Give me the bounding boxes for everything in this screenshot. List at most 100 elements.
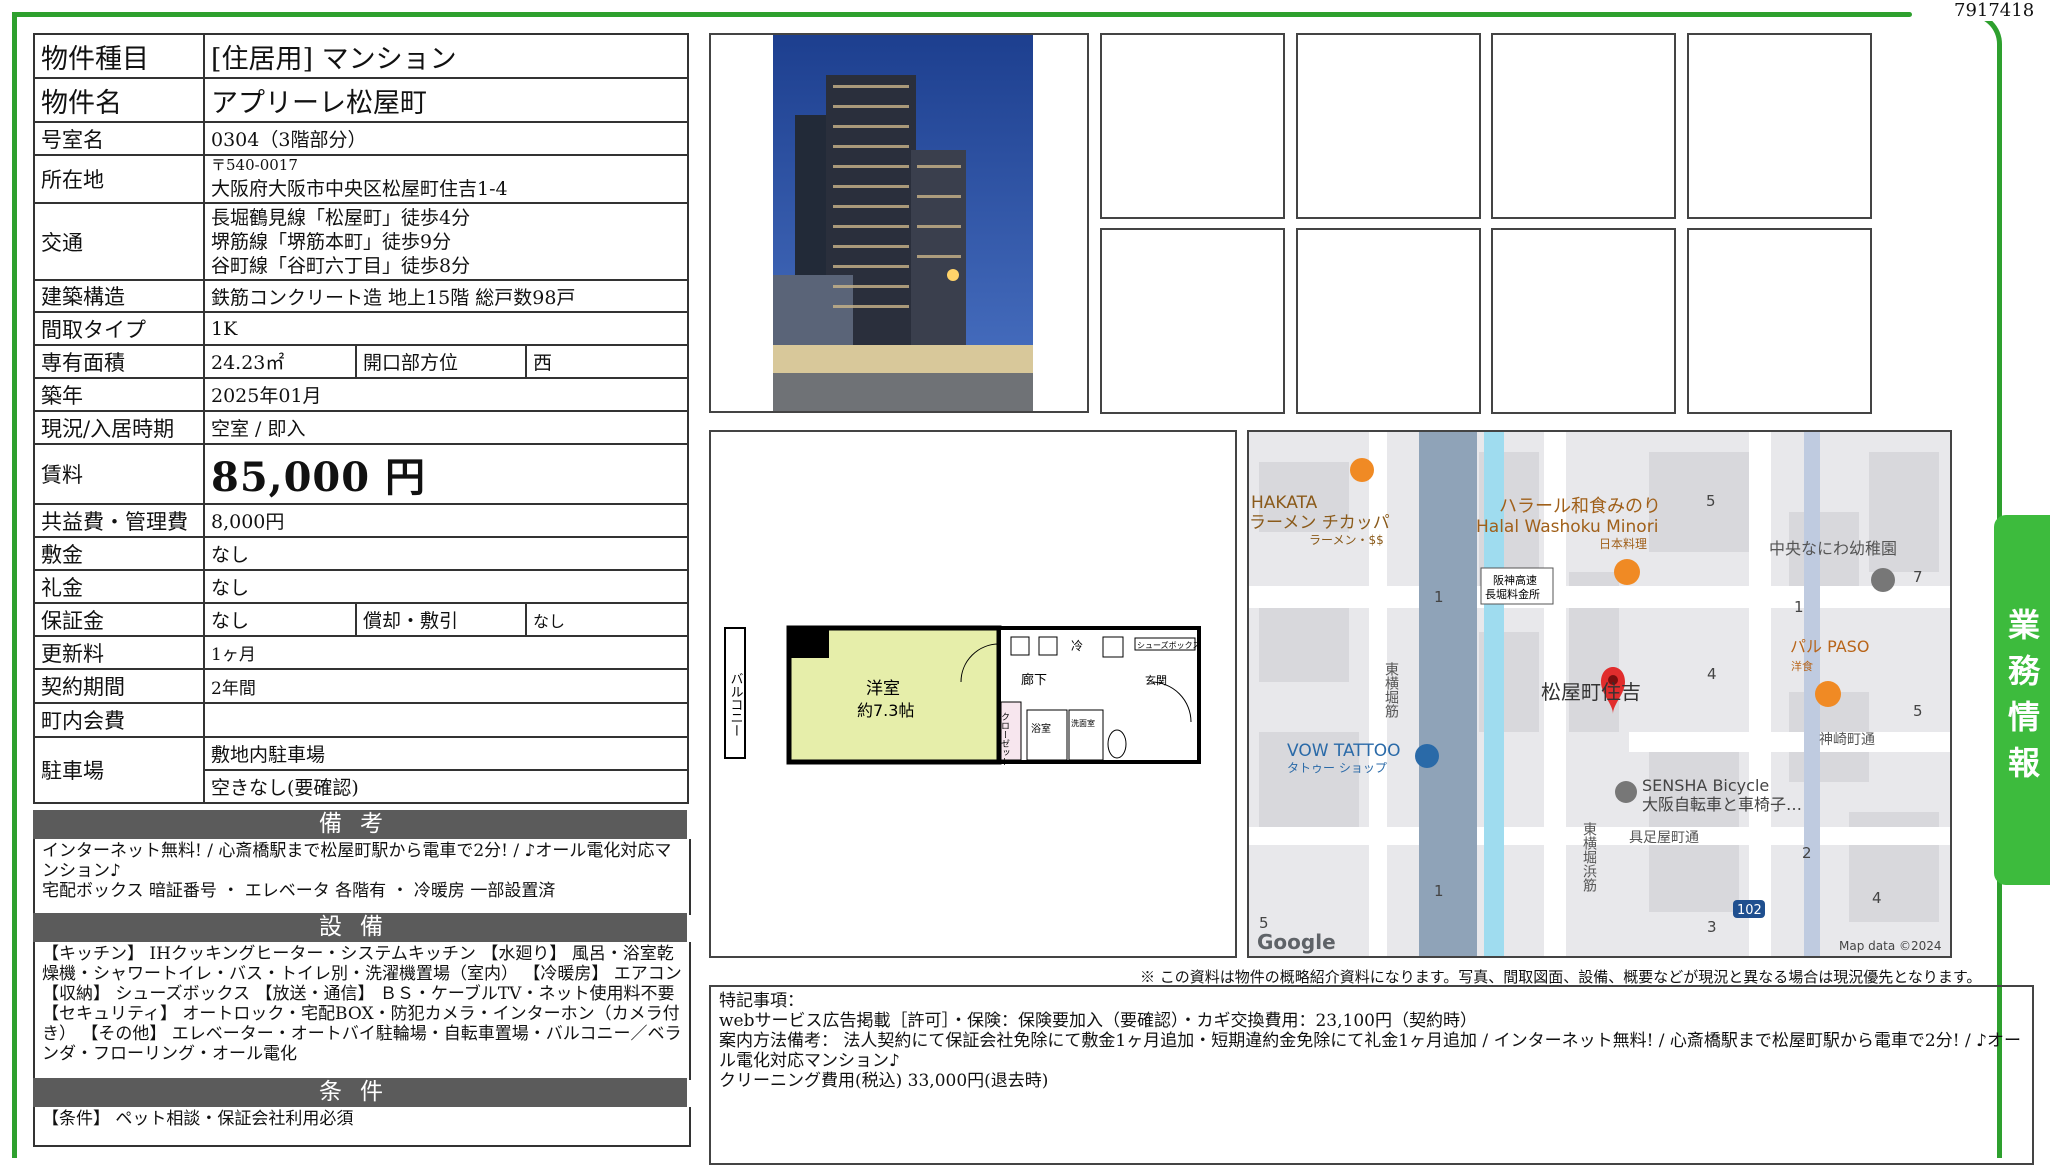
equipment-body: 【キッチン】 IHクッキングヒーター・システムキッチン 【水廻り】 風呂・浴室乾…: [33, 942, 691, 1080]
map-block-number: 1: [1434, 588, 1444, 606]
special-notes-line: クリーニング費用(税込) 33,000円(退去時): [719, 1071, 1049, 1091]
property-table: 物件種目 [住居用] マンション 物件名 アプリーレ松屋町 号室名 0304（3…: [33, 33, 690, 804]
photo-slot[interactable]: [1491, 33, 1676, 219]
remarks-line: 宅配ボックス 暗証番号 ・ エレベータ 各階有 ・ 冷暖房 一部設置済: [42, 881, 556, 901]
transit-line: 長堀鶴見線「松屋町」徒歩4分: [211, 206, 471, 229]
document-id: 7917418: [1948, 0, 2041, 21]
map-label-pal: パル PASO: [1790, 637, 1869, 656]
floor-plan[interactable]: バルコニー 洋室 約7.3帖 廊下 玄関 冷 シューズボックス クローゼット 浴…: [709, 430, 1237, 958]
map-block-number: 4: [1707, 665, 1717, 683]
building-photo[interactable]: [709, 33, 1089, 413]
map-label-pin: 松屋町住吉: [1541, 680, 1641, 704]
type-label: 物件種目: [33, 33, 205, 79]
remarks-heading: 備考: [33, 810, 687, 839]
contract-label: 契約期間: [33, 668, 205, 704]
map-label-halal-en: Halal Washoku Minori: [1476, 517, 1658, 537]
structure-label: 建築構造: [33, 279, 205, 313]
special-notes-title: 特記事項：: [719, 991, 804, 1011]
rent-value: 85,000 円: [202, 443, 690, 505]
fee-value: 8,000円: [202, 503, 690, 538]
parking-availability: 空きなし(要確認): [202, 769, 690, 804]
photo-slot[interactable]: [1100, 228, 1285, 414]
frame-left-border: [12, 12, 17, 1158]
status-label: 現況/入居時期: [33, 410, 205, 445]
name-value: アプリーレ松屋町: [202, 77, 690, 123]
amortization-label: 償却・敷引: [355, 602, 527, 637]
photo-slot[interactable]: [1491, 228, 1676, 414]
map-block-number: 3: [1707, 918, 1717, 936]
guarantee-value: なし: [203, 602, 357, 637]
business-info-tab[interactable]: 業務情報: [1994, 515, 2050, 885]
map-label-sensha-sub: 大阪自転車と車椅子…: [1642, 795, 1802, 814]
location-map[interactable]: HAKATA ラーメン チカッパ ラーメン・$$ ハラール和食みのり Halal…: [1247, 430, 1952, 958]
conditions-body: 【条件】 ペット相談・保証会社利用必須: [33, 1107, 691, 1147]
map-label-vow: VOW TATTOO: [1287, 741, 1401, 761]
map-label-sensha: SENSHA Bicycle: [1642, 776, 1769, 795]
map-label-halal-sub: 日本料理: [1599, 537, 1647, 551]
map-label-kindergarten: 中央なにわ幼稚園: [1769, 539, 1897, 558]
special-notes: 特記事項： webサービス広告掲載［許可］・保険：保険要加入（要確認）・カギ交換…: [709, 985, 2034, 1165]
deposit-value: なし: [202, 536, 690, 571]
fee-label: 共益費・管理費: [33, 503, 205, 538]
map-block-number: 4: [1872, 889, 1882, 907]
renewal-label: 更新料: [33, 635, 205, 670]
photo-slot[interactable]: [1687, 33, 1872, 219]
guarantee-label: 保証金: [33, 602, 205, 637]
closet-label: クローゼット: [999, 712, 1010, 766]
amortization-value: なし: [524, 602, 690, 637]
key-money-label: 礼金: [33, 569, 205, 604]
address-value: 大阪府大阪市中央区松屋町住吉1-4: [211, 178, 508, 200]
postal-code: 〒540-0017: [211, 156, 298, 174]
map-label-hanshin: 阪神高速: [1493, 573, 1537, 587]
building-photo-image: [773, 35, 1033, 411]
status-value: 空室 / 即入: [202, 410, 690, 445]
transit-cell: 長堀鶴見線「松屋町」徒歩4分 堺筋線「堺筋本町」徒歩9分 谷町線「谷町六丁目」徒…: [202, 202, 690, 281]
equipment-heading: 設備: [33, 913, 687, 942]
map-label-gusoku: 具足屋町通: [1629, 830, 1699, 846]
parking-value: 敷地内駐車場: [202, 736, 690, 771]
photo-slot[interactable]: [1296, 33, 1481, 219]
area-value: 24.23㎡: [203, 344, 357, 379]
side-tab-label: 業務情報: [2003, 608, 2041, 792]
area-label: 専有面積: [33, 344, 205, 379]
map-label-hakata-jp: ラーメン チカッパ: [1249, 513, 1390, 533]
name-label: 物件名: [33, 77, 205, 123]
map-label-road2: 東横堀浜筋: [1581, 822, 1597, 893]
hall-label: 廊下: [1021, 672, 1047, 688]
direction-label: 開口部方位: [355, 344, 527, 379]
map-label-hakata-sub: ラーメン・$$: [1309, 533, 1384, 547]
parking-label: 駐車場: [33, 736, 205, 804]
room-label: 洋室: [866, 679, 900, 699]
rent-label: 賃料: [33, 443, 205, 505]
map-label-road1: 東横堀筋: [1383, 662, 1399, 719]
photo-slot[interactable]: [1687, 228, 1872, 414]
map-block-number: 1: [1434, 882, 1444, 900]
photo-slot[interactable]: [1296, 228, 1481, 414]
map-block-number: 2: [1802, 844, 1812, 862]
washroom-label: 洗面室: [1071, 718, 1095, 728]
floor-plan-drawing: バルコニー 洋室 約7.3帖 廊下 玄関 冷 シューズボックス クローゼット 浴…: [724, 625, 1201, 766]
remarks-line: インターネット無料! / 心斎橋駅まで松屋町駅から電車で2分! / ♪オール電化…: [42, 841, 672, 881]
special-notes-line: 案内方法備考： 法人契約にて保証会社免除にて敷金1ヶ月追加・短期違約金免除にて礼…: [719, 1031, 2021, 1071]
community-fee-label: 町内会費: [33, 702, 205, 738]
room-label: 号室名: [33, 121, 205, 156]
entrance-label: 玄関: [1145, 673, 1167, 687]
address-cell: 〒540-0017 大阪府大阪市中央区松屋町住吉1-4: [202, 154, 690, 204]
address-label: 所在地: [33, 154, 205, 204]
map-label-vow-sub: タトゥー ショップ: [1287, 761, 1387, 775]
bath-label: 浴室: [1031, 722, 1051, 735]
map-attribution: Map data ©2024: [1839, 939, 1942, 953]
photo-slot[interactable]: [1100, 33, 1285, 219]
structure-value: 鉄筋コンクリート造 地上15階 総戸数98戸: [202, 279, 690, 313]
map-block-number: 7: [1913, 568, 1923, 586]
map-block-number: 5: [1913, 702, 1923, 720]
built-value: 2025年01月: [202, 377, 690, 412]
built-label: 築年: [33, 377, 205, 412]
layout-label: 間取タイプ: [33, 311, 205, 346]
transit-line: 谷町線「谷町六丁目」徒歩8分: [211, 254, 471, 277]
layout-value: 1K: [202, 311, 690, 346]
special-notes-line: webサービス広告掲載［許可］・保険：保険要加入（要確認）・カギ交換費用：23,…: [719, 1011, 1477, 1031]
map-label-halal-jp: ハラール和食みのり: [1499, 496, 1661, 517]
conditions-heading: 条件: [33, 1078, 687, 1107]
map-block-number: 1: [1794, 598, 1804, 616]
